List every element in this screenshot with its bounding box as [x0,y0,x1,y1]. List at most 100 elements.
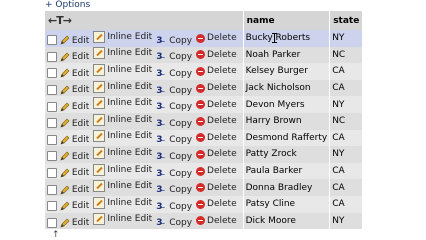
delete-link[interactable]: Delete [196,33,237,43]
table-row[interactable]: Edit Inline Edit 3₋ Copy Delete Devon Myers NY [45,96,364,113]
row-checkbox[interactable] [47,35,57,46]
cell-name[interactable]: Devon Myers [243,96,331,113]
cell-state[interactable]: NY [329,96,364,113]
cell-state[interactable]: CA [329,79,364,97]
cell-name[interactable]: Patsy Cline [243,195,331,213]
table-row[interactable]: Edit Inline Edit 3₋ Copy Delete Kelsey Burger… [45,63,364,80]
column-header-name[interactable]: name [243,11,331,30]
cell-name[interactable]: Bucky Roberts [243,30,331,47]
inline-edit-link[interactable]: Inline Edit [93,113,152,126]
column-header-state[interactable]: state [329,11,364,30]
row-checkbox[interactable] [47,68,57,79]
cell-name[interactable]: Paula Barker [243,162,331,180]
column-arrows-header[interactable]: ←T→ [45,11,244,30]
row-checkbox[interactable] [47,134,57,145]
table-row[interactable]: Edit Inline Edit 3₋ Copy Delete Patsy Cline CA [45,195,364,213]
table-row[interactable]: Edit Inline Edit 3₋ Copy Delete Patty Zrock NY [45,146,364,163]
edit-link[interactable]: Edit [60,68,89,79]
copy-link[interactable]: 3₋ Copy [156,52,192,62]
row-checkbox[interactable] [47,51,57,62]
inline-edit-link[interactable]: Inline Edit [93,146,152,159]
delete-link[interactable]: Delete [196,100,237,110]
delete-link[interactable]: Delete [196,166,237,176]
inline-edit-link[interactable]: Inline Edit [93,180,152,193]
row-checkbox[interactable] [47,217,57,228]
cell-state[interactable]: CA [329,129,364,147]
edit-link[interactable]: Edit [60,102,89,113]
cell-name[interactable]: Harry Brown [243,112,331,130]
delete-link[interactable]: Delete [196,66,237,76]
inline-edit-link[interactable]: Inline Edit [93,30,152,43]
edit-link[interactable]: Edit [60,151,89,162]
inline-edit-link[interactable]: Inline Edit [93,97,152,110]
table-row[interactable]: Edit Inline Edit 3₋ Copy Delete Donna Bradley… [45,179,364,196]
copy-link[interactable]: 3₋ Copy [156,169,192,179]
copy-link[interactable]: 3₋ Copy [156,202,192,212]
table-row[interactable]: Edit Inline Edit 3₋ Copy Delete Bucky Roberts… [45,30,364,47]
copy-link[interactable]: 3₋ Copy [156,36,192,46]
row-checkbox[interactable] [47,151,57,162]
copy-link[interactable]: 3₋ Copy [156,218,192,228]
inline-edit-link[interactable]: Inline Edit [93,196,152,209]
edit-link[interactable]: Edit [60,135,89,146]
cell-state[interactable]: CA [329,63,364,80]
cell-state[interactable]: NC [329,112,364,130]
table-row[interactable]: Edit Inline Edit 3₋ Copy Delete Paula Barker C… [45,162,364,180]
cell-state[interactable]: NC [329,46,364,64]
row-checkbox[interactable] [47,168,57,179]
inline-edit-link[interactable]: Inline Edit [93,163,152,176]
table-row[interactable]: Edit Inline Edit 3₋ Copy Delete Harry Brown NC [45,112,364,130]
row-checkbox[interactable] [47,184,57,195]
options-toggle[interactable]: + Options [45,0,90,10]
copy-link[interactable]: 3₋ Copy [156,86,192,96]
cell-name[interactable]: Jack Nicholson [243,79,331,97]
inline-edit-link[interactable]: Inline Edit [93,213,152,226]
copy-link[interactable]: 3₋ Copy [156,102,192,112]
delete-link[interactable]: Delete [196,116,237,126]
cell-state[interactable]: CA [329,195,364,213]
table-row[interactable]: Edit Inline Edit 3₋ Copy Delete Jack Nicholso… [45,79,364,97]
delete-link[interactable]: Delete [196,199,237,209]
delete-link[interactable]: Delete [196,83,237,93]
cell-state[interactable]: NY [329,212,364,230]
edit-link[interactable]: Edit [60,201,89,212]
cell-state[interactable]: CA [329,179,364,196]
inline-edit-link[interactable]: Inline Edit [93,63,152,76]
cell-name[interactable]: Noah Parker [243,46,331,64]
edit-link[interactable]: Edit [60,185,89,196]
delete-link[interactable]: Delete [196,50,237,60]
cell-name[interactable]: Dick Moore [243,212,331,230]
delete-link[interactable]: Delete [196,149,237,159]
edit-link[interactable]: Edit [60,85,89,96]
row-checkbox[interactable] [47,118,57,129]
edit-link[interactable]: Edit [60,35,89,46]
inline-edit-link[interactable]: Inline Edit [93,130,152,143]
table-row[interactable]: Edit Inline Edit 3₋ Copy Delete Desmond Raffe… [45,129,364,147]
row-checkbox[interactable] [47,85,57,96]
table-row[interactable]: Edit Inline Edit 3₋ Copy Delete Dick Moore NY [45,212,364,230]
copy-link[interactable]: 3₋ Copy [156,185,192,195]
edit-link[interactable]: Edit [60,168,89,179]
cell-name[interactable]: Desmond Rafferty [243,129,331,147]
cell-state[interactable]: CA [329,162,364,180]
inline-edit-link[interactable]: Inline Edit [93,80,152,93]
edit-link[interactable]: Edit [60,52,89,63]
inline-edit-link[interactable]: Inline Edit [93,47,152,60]
cell-name[interactable]: Patty Zrock [243,146,331,163]
row-checkbox[interactable] [47,101,57,112]
copy-link[interactable]: 3₋ Copy [156,119,192,129]
copy-link[interactable]: 3₋ Copy [156,152,192,162]
cell-state[interactable]: NY [329,30,364,47]
delete-link[interactable]: Delete [196,133,237,143]
cell-state[interactable]: NY [329,146,364,163]
edit-link[interactable]: Edit [60,218,89,229]
cell-name[interactable]: Kelsey Burger [243,63,331,80]
table-row[interactable]: Edit Inline Edit 3₋ Copy Delete Noah Parker NC [45,46,364,64]
copy-link[interactable]: 3₋ Copy [156,69,192,79]
delete-link[interactable]: Delete [196,183,237,193]
copy-link[interactable]: 3₋ Copy [156,135,192,145]
edit-link[interactable]: Edit [60,118,89,129]
delete-link[interactable]: Delete [196,216,237,226]
cell-name[interactable]: Donna Bradley [243,179,331,196]
row-checkbox[interactable] [47,201,57,212]
